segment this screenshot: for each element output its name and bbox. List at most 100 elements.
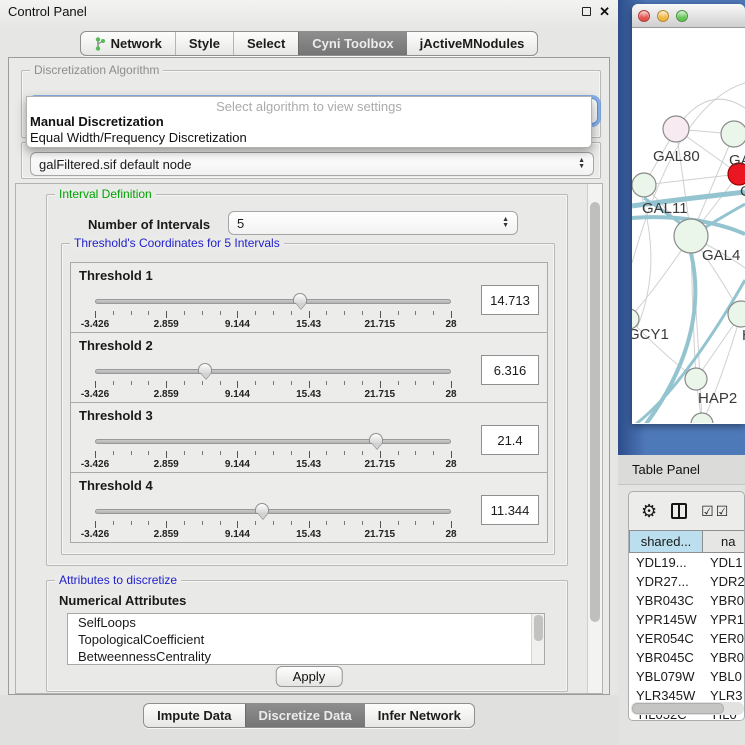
table-cell[interactable]: YBL0 [703,667,745,686]
dropdown-option-manual-discretization[interactable]: Manual Discretization [27,114,591,130]
table-cell[interactable]: YER0 [703,629,745,648]
column-header-name[interactable]: na [703,530,745,553]
column-header-shared[interactable]: shared... [629,530,703,553]
table-row[interactable]: YBR045CYBR0 [629,648,745,667]
table-cell[interactable]: YBR043C [629,591,703,610]
table-row[interactable]: YER054CYER0 [629,629,745,648]
tab-discretize-data[interactable]: Discretize Data [245,704,365,727]
tab-select[interactable]: Select [233,32,298,55]
table-cell[interactable]: YDL1 [703,553,745,572]
list-scrollbar[interactable] [531,614,544,664]
close-icon[interactable]: ✕ [599,5,610,18]
mac-zoom-icon[interactable] [676,10,688,22]
threshold-value-field[interactable]: 6.316 [481,355,539,385]
table-cell[interactable]: YBR0 [703,648,745,667]
slider-track[interactable] [95,439,451,444]
table-row[interactable]: YBR043CYBR0 [629,591,745,610]
network-window-titlebar[interactable] [632,4,745,28]
table-cell[interactable]: YDL19... [629,553,703,572]
columns-icon[interactable] [671,503,687,519]
threshold-value-field[interactable]: 11.344 [481,495,539,525]
tab-impute-data[interactable]: Impute Data [144,704,244,727]
tab-label: Network [111,36,162,51]
network-graph[interactable]: GAL80GACGAL11GAL4GCY1HHAP2 [632,28,745,423]
table-horizontal-scrollbar[interactable] [631,702,744,715]
tick-minor [148,381,149,385]
list-item-betweennesscentrality[interactable]: BetweennessCentrality [68,648,544,665]
tick-minor [398,381,399,385]
network-node-label: C [740,183,745,200]
tab-cyni-toolbox[interactable]: Cyni Toolbox [298,32,406,55]
panel-title: Control Panel [8,4,87,19]
table-data-combobox[interactable]: galFiltered.sif default node ▲▼ [30,152,594,176]
control-panel-titlebar: Control Panel ✕ [0,0,618,22]
tick-minor [131,521,132,525]
slider-thumb[interactable] [198,363,212,374]
combo-stepper-icon[interactable]: ▲▼ [578,158,585,170]
settings-vertical-scrollbar[interactable] [587,184,602,693]
tick-label: 2.859 [154,319,179,330]
network-edge[interactable] [644,174,739,185]
cyni-toolbox-content: Discretization Algorithm ▲▼ Select algor… [8,57,610,695]
slider-track-zone[interactable]: -3.4262.8599.14415.4321.71528 [95,503,451,539]
slider-track[interactable] [95,509,451,514]
slider-thumb[interactable] [255,503,269,514]
number-of-intervals-combobox[interactable]: 5 ▲▼ [228,211,518,235]
network-node-label: GA [729,152,745,169]
tab-infer-network[interactable]: Infer Network [365,704,474,727]
network-node[interactable] [632,173,656,197]
tick-minor [273,311,274,315]
table-cell[interactable]: YBR045C [629,648,703,667]
mac-close-icon[interactable] [638,10,650,22]
table-cell[interactable]: YBR0 [703,591,745,610]
table-cell[interactable]: YER054C [629,629,703,648]
slider-thumb[interactable] [369,433,383,444]
dropdown-option-equal-width-frequency-discretization[interactable]: Equal Width/Frequency Discretization [27,130,591,146]
slider-track[interactable] [95,299,451,304]
table-cell[interactable]: YDR2 [703,572,745,591]
tick-major [95,451,96,458]
threshold-value-field[interactable]: 21.4 [481,425,539,455]
slider-track-zone[interactable]: -3.4262.8599.14415.4321.71528 [95,293,451,329]
tick-minor [415,381,416,385]
network-node[interactable] [663,116,689,142]
network-node[interactable] [721,121,745,147]
slider-track-zone[interactable]: -3.4262.8599.14415.4321.71528 [95,433,451,469]
tick-label: 15.43 [296,529,321,540]
combo-stepper-icon[interactable]: ▲▼ [502,217,509,229]
table-cell[interactable]: YPR145W [629,610,703,629]
apply-button[interactable]: Apply [276,666,343,687]
network-node[interactable] [691,413,713,423]
tab-style[interactable]: Style [175,32,233,55]
threshold-value-field[interactable]: 14.713 [481,285,539,315]
table-row[interactable]: YDR27...YDR2 [629,572,745,591]
network-canvas[interactable]: GAL80GACGAL11GAL4GCY1HHAP2 [632,28,745,423]
tick-minor [255,311,256,315]
numerical-attributes-list[interactable]: SelfLoopsTopologicalCoefficientBetweenne… [67,613,545,665]
list-item-selfloops[interactable]: SelfLoops [68,614,544,631]
table-row[interactable]: YDL19...YDL1 [629,553,745,572]
table-cell[interactable]: YPR1 [703,610,745,629]
tick-minor [113,381,114,385]
slider-track[interactable] [95,369,451,374]
tick-minor [255,451,256,455]
slider-thumb[interactable] [293,293,307,304]
float-window-icon[interactable] [582,7,591,16]
tab-network[interactable]: Network [81,32,175,55]
gear-icon[interactable]: ⚙ [641,502,657,520]
network-node[interactable] [685,368,707,390]
mac-minimize-icon[interactable] [657,10,669,22]
tick-minor [433,311,434,315]
tab-jactivemnodules[interactable]: jActiveMNodules [407,32,538,55]
table-cell[interactable]: YDR27... [629,572,703,591]
bottom-tab-strip: Impute DataDiscretize DataInfer Network [0,695,618,745]
list-item-topologicalcoefficient[interactable]: TopologicalCoefficient [68,631,544,648]
checkbox-icon[interactable]: ☑ [716,504,729,518]
tick-minor [398,451,399,455]
table-row[interactable]: YBL079WYBL0 [629,667,745,686]
slider-track-zone[interactable]: -3.4262.8599.14415.4321.71528 [95,363,451,399]
tick-minor [362,451,363,455]
table-cell[interactable]: YBL079W [629,667,703,686]
table-row[interactable]: YPR145WYPR1 [629,610,745,629]
checkbox-icon[interactable]: ☑ [701,504,714,518]
